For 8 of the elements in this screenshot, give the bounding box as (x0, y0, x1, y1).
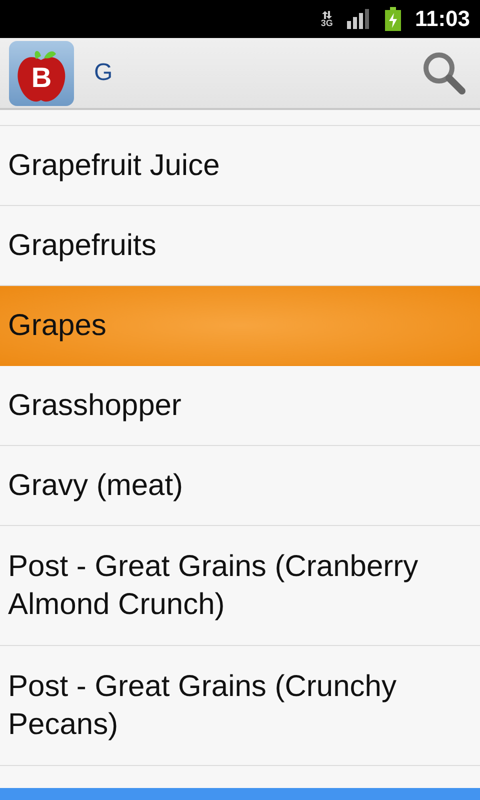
food-list-item[interactable]: Grapes (0, 286, 480, 366)
app-logo: B (9, 40, 74, 106)
battery-charging-icon (384, 7, 401, 31)
search-query: G (94, 59, 114, 87)
search-icon[interactable] (422, 51, 466, 95)
signal-icon (346, 9, 371, 29)
network-indicator: 3G (320, 10, 333, 28)
clock: 11:03 (414, 6, 470, 32)
